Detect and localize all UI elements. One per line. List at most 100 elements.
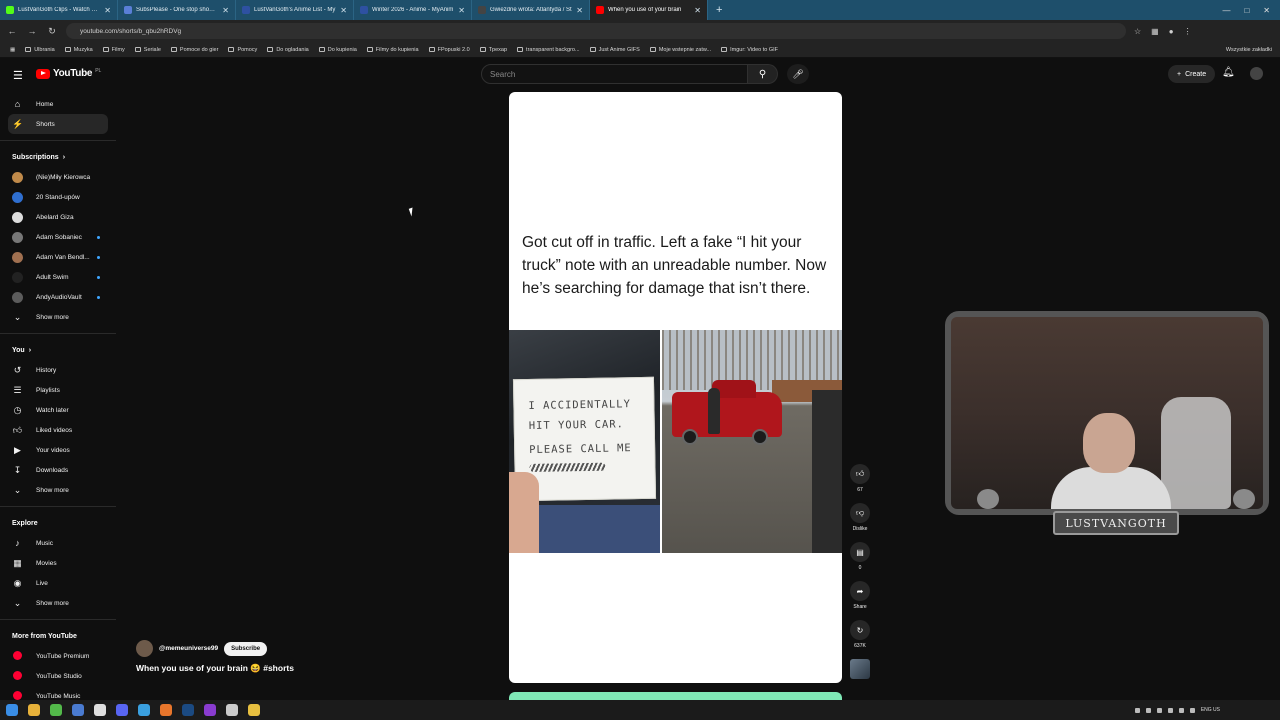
bookmark-item[interactable]: Imgur: Video to GIF bbox=[721, 47, 778, 53]
tray-icon[interactable] bbox=[1145, 707, 1151, 713]
short-title[interactable]: When you use of your brain 😆 #shorts bbox=[136, 663, 294, 674]
app-taskbar-icon[interactable] bbox=[72, 704, 84, 716]
bookmark-star-icon[interactable]: ☆ bbox=[1134, 27, 1141, 36]
dislike-icon[interactable]: 👎︎ bbox=[850, 503, 870, 523]
browser-menu-icon[interactable]: ⋮ bbox=[1184, 27, 1192, 36]
address-bar[interactable]: youtube.com/shorts/b_qbu2hRDVg bbox=[66, 23, 1126, 39]
subscription-item[interactable]: Abelard Giza bbox=[0, 207, 116, 227]
tab-close-icon[interactable]: ✕ bbox=[222, 6, 229, 15]
like-action[interactable]: 👍︎ 67 bbox=[846, 464, 874, 503]
profile-icon[interactable]: ● bbox=[1169, 27, 1174, 36]
share-icon[interactable]: ➦ bbox=[850, 581, 870, 601]
chrome-taskbar-icon[interactable] bbox=[28, 704, 40, 716]
explore-heading[interactable]: Explore bbox=[0, 513, 116, 533]
bookmark-item[interactable]: FPopuski 2.0 bbox=[428, 47, 470, 53]
channel-name[interactable]: @memeuniverse99 bbox=[159, 645, 218, 652]
minimize-icon[interactable]: — bbox=[1222, 6, 1230, 15]
comment-icon[interactable]: ▤ bbox=[850, 542, 870, 562]
app-taskbar-icon[interactable] bbox=[204, 704, 216, 716]
dislike-action[interactable]: 👎︎ Dislike bbox=[846, 503, 874, 542]
menu-icon[interactable]: ☰ bbox=[13, 69, 23, 82]
volume-icon[interactable] bbox=[1178, 707, 1184, 713]
short-video-player[interactable]: Got cut off in traffic. Left a fake “I h… bbox=[509, 92, 842, 683]
app-taskbar-icon[interactable] bbox=[94, 704, 106, 716]
input-language[interactable]: ENG US bbox=[1201, 707, 1220, 713]
bookmark-item[interactable]: Filmy do kupienia bbox=[366, 47, 419, 53]
show-more-button[interactable]: ⌄ Show more bbox=[0, 480, 116, 500]
tab-close-icon[interactable]: ✕ bbox=[694, 6, 701, 15]
youtube-logo[interactable]: YouTube PL bbox=[36, 68, 101, 79]
subscription-item[interactable]: Adult Swim bbox=[0, 267, 116, 287]
tab-close-icon[interactable]: ✕ bbox=[340, 6, 347, 15]
bookmark-item[interactable]: transparent backgro... bbox=[517, 47, 580, 53]
channel-avatar[interactable] bbox=[136, 640, 153, 657]
search-button[interactable]: ⚲ bbox=[748, 64, 778, 84]
bookmark-item[interactable]: Pomocy bbox=[228, 47, 257, 53]
browser-tab[interactable]: LustVanGoth Clips - Watch Live ✕ bbox=[0, 0, 118, 20]
windows-start-icon[interactable] bbox=[6, 704, 18, 716]
extensions-icon[interactable]: ▦ bbox=[1151, 27, 1159, 36]
remix-action[interactable]: ↻ 637K bbox=[846, 620, 874, 659]
subscription-item[interactable]: AndyAudioVault bbox=[0, 287, 116, 307]
share-action[interactable]: ➦ Share bbox=[846, 581, 874, 620]
sidebar-item-watch-later[interactable]: ◷ Watch later bbox=[0, 400, 116, 420]
browser-tab[interactable]: Gwiezdne wrota: Atlantyda / St ✕ bbox=[472, 0, 590, 20]
bookmark-item[interactable]: Filmy bbox=[102, 47, 125, 53]
subscription-item[interactable]: Adam Sobaniec bbox=[0, 227, 116, 247]
app-taskbar-icon[interactable] bbox=[138, 704, 150, 716]
tray-icon[interactable] bbox=[1156, 707, 1162, 713]
sidebar-item-playlists[interactable]: ☰ Playlists bbox=[0, 380, 116, 400]
bookmark-item[interactable]: Just Anime GIFS bbox=[589, 47, 640, 53]
forward-icon[interactable]: → bbox=[26, 26, 38, 36]
new-tab-button[interactable]: + bbox=[708, 4, 730, 16]
subscribe-button[interactable]: Subscribe bbox=[224, 641, 268, 656]
comments-action[interactable]: ▤ 0 bbox=[846, 542, 874, 581]
tab-close-icon[interactable]: ✕ bbox=[576, 6, 583, 15]
bookmark-item[interactable]: Tpexap bbox=[479, 47, 507, 53]
network-icon[interactable] bbox=[1189, 707, 1195, 713]
close-window-icon[interactable]: ✕ bbox=[1263, 6, 1270, 15]
sidebar-item-history[interactable]: ↺ History bbox=[0, 360, 116, 380]
create-button[interactable]: + Create bbox=[1168, 65, 1216, 83]
voice-search-button[interactable]: 🎤︎ bbox=[787, 64, 809, 84]
app-taskbar-icon[interactable] bbox=[50, 704, 62, 716]
bookmark-item[interactable]: Moje wstepnie zatw... bbox=[649, 47, 711, 53]
subscriptions-heading[interactable]: Subscriptions › bbox=[0, 147, 116, 167]
more-from-youtube-heading[interactable]: More from YouTube bbox=[0, 626, 116, 646]
bookmark-item[interactable]: Ulbrania bbox=[25, 47, 55, 53]
sidebar-item-youtube-product[interactable]: YouTube Studio bbox=[0, 666, 116, 686]
you-heading[interactable]: You › bbox=[0, 340, 116, 360]
bookmark-item[interactable]: Do kupienia bbox=[318, 47, 357, 53]
remix-icon[interactable]: ↻ bbox=[850, 620, 870, 640]
bookmark-item[interactable]: Muzyka bbox=[64, 47, 93, 53]
sidebar-item-home[interactable]: ⌂ Home bbox=[0, 94, 116, 114]
sidebar-item-your-videos[interactable]: ▶ Your videos bbox=[0, 440, 116, 460]
tray-icon[interactable] bbox=[1134, 707, 1140, 713]
browser-tab[interactable]: Winter 2026 - Anime - MyAnim ✕ bbox=[354, 0, 472, 20]
sidebar-item-live[interactable]: ◉ Live bbox=[0, 573, 116, 593]
bookmark-item[interactable]: Pomoce do gier bbox=[170, 47, 218, 53]
obs-taskbar-icon[interactable] bbox=[226, 704, 238, 716]
tab-close-icon[interactable]: ✕ bbox=[458, 6, 465, 15]
browser-tab[interactable]: SubsPlease - One stop shop fo ✕ bbox=[118, 0, 236, 20]
like-icon[interactable]: 👍︎ bbox=[850, 464, 870, 484]
show-more-button[interactable]: ⌄ Show more bbox=[0, 593, 116, 613]
reload-icon[interactable]: ↻ bbox=[46, 26, 58, 37]
discord-taskbar-icon[interactable] bbox=[116, 704, 128, 716]
sidebar-item-liked-videos[interactable]: 👍︎ Liked videos bbox=[0, 420, 116, 440]
sidebar-item-downloads[interactable]: ↧ Downloads bbox=[0, 460, 116, 480]
browser-tab[interactable]: When you use of your brain ✕ bbox=[590, 0, 708, 20]
apps-icon[interactable]: ▦ bbox=[10, 47, 15, 53]
search-input[interactable]: Search bbox=[481, 64, 748, 84]
maximize-icon[interactable]: □ bbox=[1244, 6, 1249, 15]
folder-taskbar-icon[interactable] bbox=[248, 704, 260, 716]
steam-taskbar-icon[interactable] bbox=[182, 704, 194, 716]
sound-thumbnail[interactable] bbox=[850, 659, 870, 679]
notifications-bell-icon[interactable]: 🔔︎ bbox=[1222, 67, 1235, 78]
back-icon[interactable]: ← bbox=[6, 26, 18, 36]
subscription-item[interactable]: 20 Stand-upów bbox=[0, 187, 116, 207]
subscription-item[interactable]: (Nie)Miły Kierowca bbox=[0, 167, 116, 187]
tray-icon[interactable] bbox=[1167, 707, 1173, 713]
sidebar-item-youtube-product[interactable]: YouTube Premium bbox=[0, 646, 116, 666]
vlc-taskbar-icon[interactable] bbox=[160, 704, 172, 716]
